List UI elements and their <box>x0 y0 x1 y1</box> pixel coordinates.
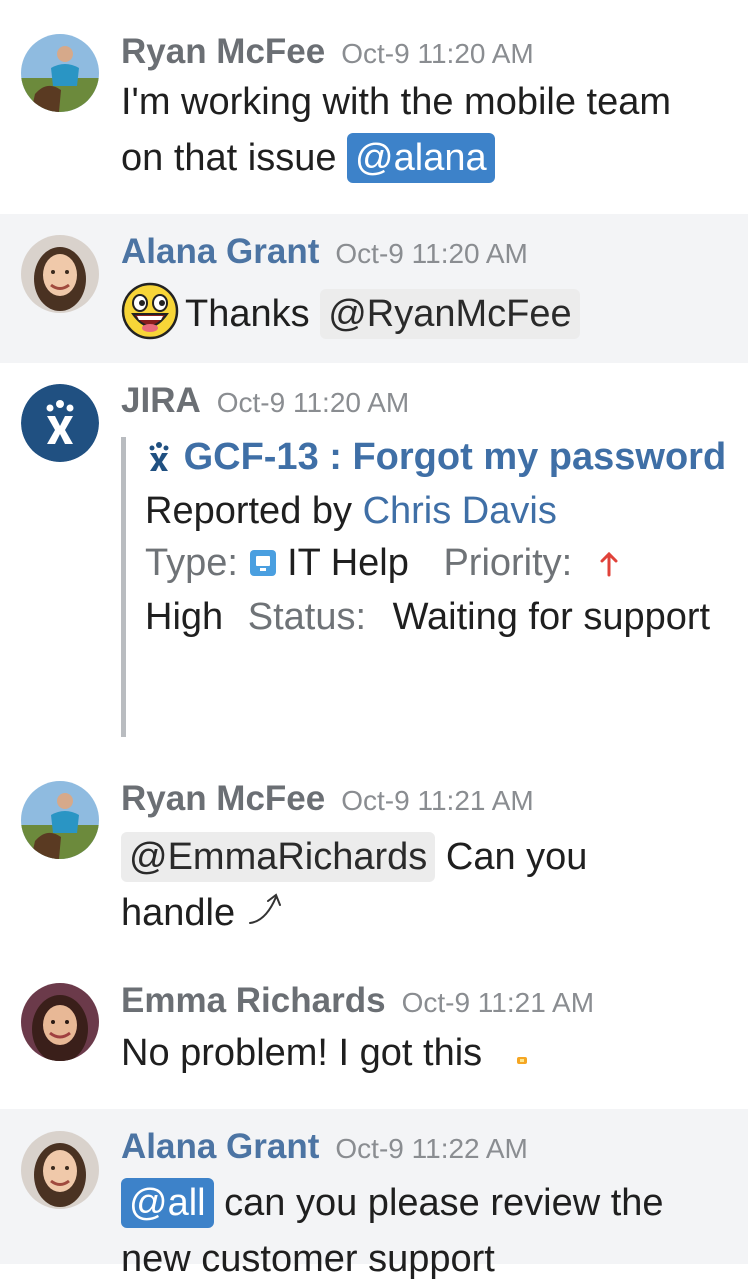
timestamp: Oct-9 11:20 AM <box>341 38 534 69</box>
jira-logo-icon[interactable] <box>21 384 99 462</box>
avatar-alana-grant[interactable] <box>21 1131 99 1209</box>
author-name[interactable]: Alana Grant <box>121 1127 319 1166</box>
avatar-ryan-mcfee[interactable] <box>21 34 99 112</box>
timestamp: Oct-9 11:20 AM <box>335 238 528 269</box>
awesome-face-emoji-icon <box>121 282 179 340</box>
message-6: Alana Grant Oct-9 11:22 AM @all can you p… <box>0 1109 748 1280</box>
mention-emmarichards[interactable]: @EmmaRichards <box>121 832 436 882</box>
avatar-ryan-mcfee[interactable] <box>21 781 99 859</box>
message-3: JIRA Oct-9 11:20 AM GCF-13 : Forgot my pa… <box>0 363 748 763</box>
message-text: @EmmaRichards Can you handle <box>121 829 641 943</box>
it-help-monitor-icon <box>249 539 277 591</box>
message-1: Ryan McFee Oct-9 11:20 AM I'm working wit… <box>0 0 748 214</box>
sparkle-emoji-icon <box>515 1027 529 1083</box>
arrow-up-icon <box>599 539 619 591</box>
mention-all[interactable]: @all <box>121 1178 214 1228</box>
timestamp: Oct-9 11:21 AM <box>341 785 534 816</box>
message-text: I'm working with the mobile team on that… <box>121 74 681 186</box>
issue-link[interactable]: GCF-13 : Forgot my password <box>184 436 727 478</box>
author-name[interactable]: JIRA <box>121 381 201 420</box>
message-text: Thanks @RyanMcFee <box>121 282 728 342</box>
message-4: Ryan McFee Oct-9 11:21 AM @EmmaRichards C… <box>0 763 748 963</box>
jira-issue-icon <box>145 433 173 485</box>
mention-alana[interactable]: @alana <box>347 133 495 183</box>
message-text: @all can you please review the new custo… <box>121 1175 728 1287</box>
message-text: No problem! I got this <box>121 1025 728 1083</box>
avatar-emma-richards[interactable] <box>21 983 99 1061</box>
message-2: Alana Grant Oct-9 11:20 AM Thanks @RyanMc… <box>0 214 748 363</box>
curved-arrow-icon <box>246 887 286 943</box>
author-name[interactable]: Ryan McFee <box>121 779 325 818</box>
author-name[interactable]: Alana Grant <box>121 232 319 271</box>
jira-issue-card: GCF-13 : Forgot my password Reported by … <box>145 431 728 643</box>
mention-ryanmcfee[interactable]: @RyanMcFee <box>320 289 580 339</box>
author-name[interactable]: Emma Richards <box>121 981 386 1020</box>
message-5: Emma Richards Oct-9 11:21 AM No problem! … <box>0 963 748 1109</box>
attachment-quote-bar <box>121 437 126 737</box>
avatar-alana-grant[interactable] <box>21 235 99 313</box>
timestamp: Oct-9 11:22 AM <box>335 1133 528 1164</box>
author-name[interactable]: Ryan McFee <box>121 32 325 71</box>
timestamp: Oct-9 11:20 AM <box>216 387 410 418</box>
timestamp: Oct-9 11:21 AM <box>401 987 595 1018</box>
reporter-link[interactable]: Chris Davis <box>363 490 557 532</box>
